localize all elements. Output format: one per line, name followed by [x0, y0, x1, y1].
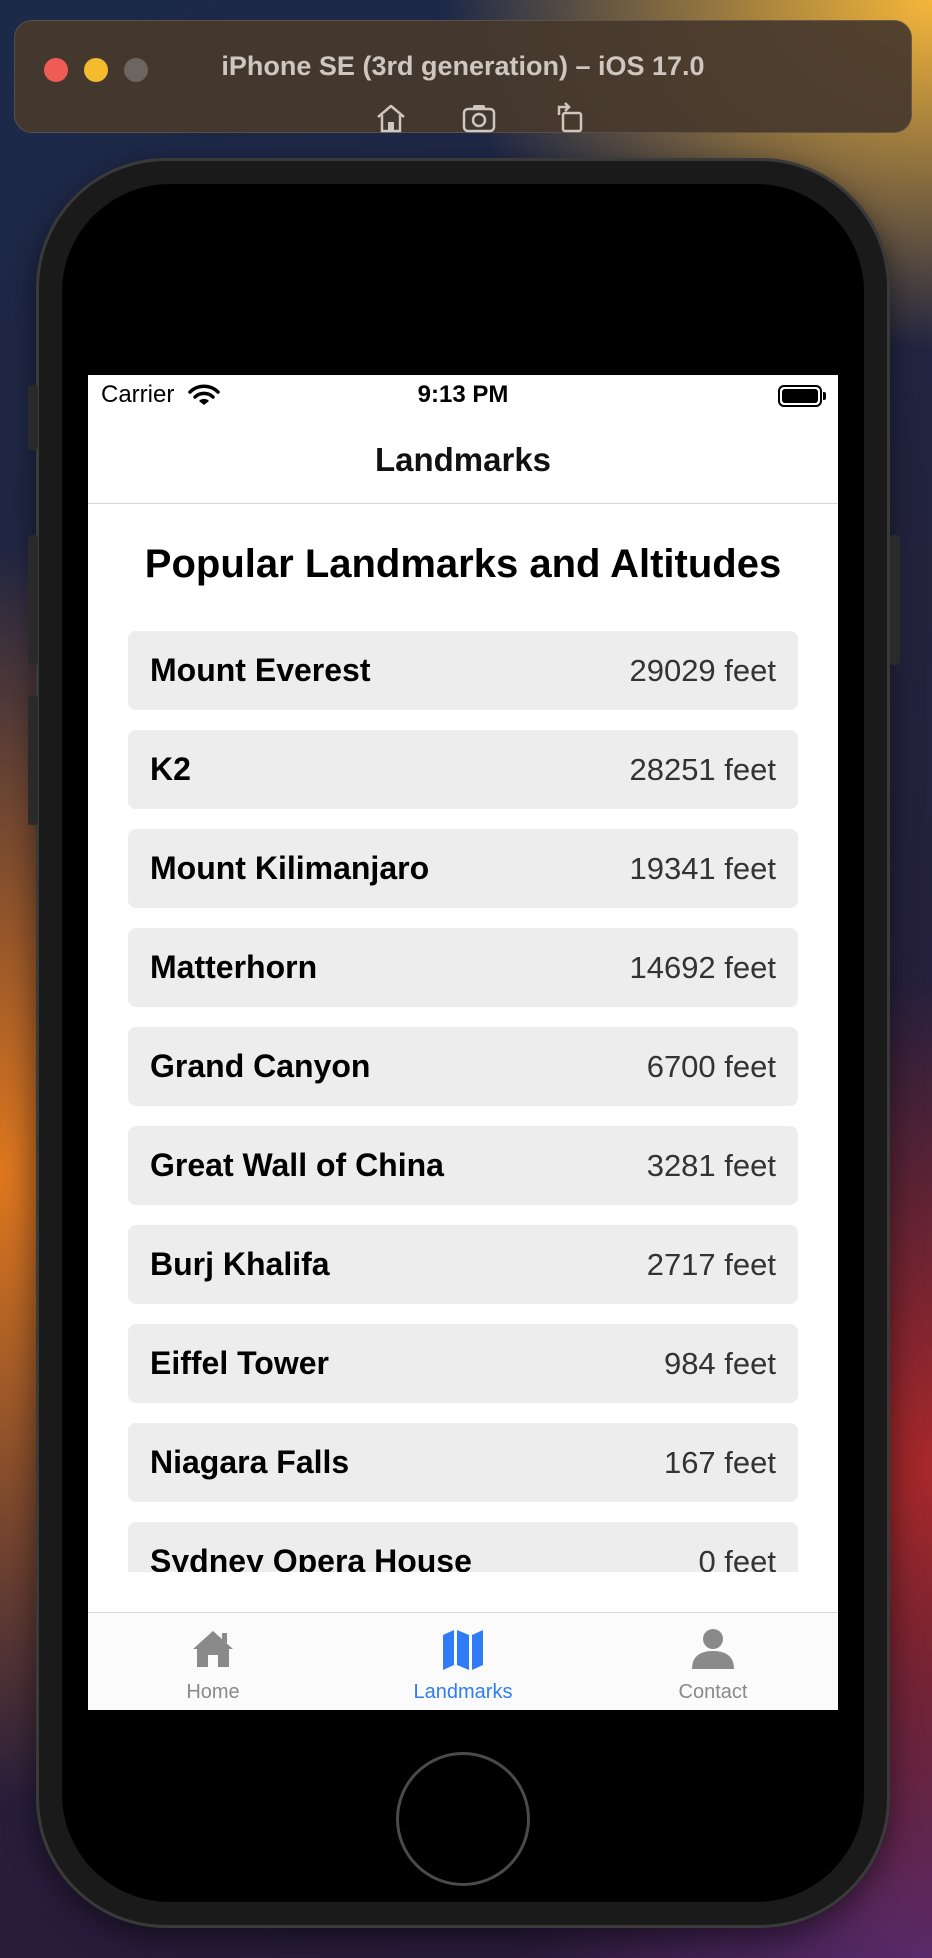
- tab-home[interactable]: Home: [88, 1613, 338, 1710]
- landmark-altitude: 29029 feet: [629, 652, 776, 688]
- navigation-bar: Landmarks: [88, 417, 838, 504]
- landmark-name: Sydney Opera House: [150, 1543, 472, 1572]
- map-icon: [443, 1630, 483, 1670]
- landmark-row: Burj Khalifa 2717 feet: [128, 1225, 798, 1304]
- landmark-altitude: 2717 feet: [646, 1246, 776, 1282]
- landmark-name: Eiffel Tower: [150, 1345, 329, 1381]
- landmark-name: Niagara Falls: [150, 1444, 350, 1480]
- landmark-row: Grand Canyon 6700 feet: [128, 1027, 798, 1106]
- rotate-icon[interactable]: [553, 101, 589, 135]
- landmark-row: K2 28251 feet: [128, 730, 798, 809]
- screenshot-icon[interactable]: [461, 101, 497, 135]
- landmark-row: Great Wall of China 3281 feet: [128, 1126, 798, 1205]
- landmark-name: K2: [150, 751, 191, 787]
- landmark-name: Burj Khalifa: [150, 1246, 330, 1282]
- landmark-altitude: 0 feet: [698, 1543, 776, 1573]
- landmark-altitude: 3281 feet: [646, 1147, 776, 1183]
- landmark-row: Mount Everest 29029 feet: [128, 631, 798, 710]
- tab-landmarks[interactable]: Landmarks: [338, 1613, 588, 1710]
- home-icon[interactable]: [373, 101, 409, 135]
- simulator-title: iPhone SE (3rd generation) – iOS 17.0: [221, 51, 705, 81]
- landmark-name: Great Wall of China: [150, 1147, 444, 1183]
- landmark-altitude: 984 feet: [663, 1345, 776, 1381]
- landmark-row: Niagara Falls 167 feet: [128, 1423, 798, 1502]
- tab-home-label: Home: [186, 1681, 240, 1703]
- tab-bar: Home Landmarks Contact: [88, 1612, 838, 1710]
- landmark-row: Mount Kilimanjaro 19341 feet: [128, 829, 798, 908]
- landmark-altitude: 6700 feet: [646, 1048, 776, 1084]
- scroll-content[interactable]: Popular Landmarks and Altitudes Mount Ev…: [88, 504, 838, 1572]
- landmark-row: Sydney Opera House 0 feet: [128, 1522, 798, 1572]
- nav-title: Landmarks: [374, 441, 552, 478]
- volume-down-button: [28, 695, 38, 825]
- landmark-name: Mount Everest: [150, 652, 371, 688]
- simulator-title-bar: iPhone SE (3rd generation) – iOS 17.0: [14, 20, 912, 133]
- landmark-list: Mount Everest 29029 feet K2 28251 feet Mount…: [128, 631, 798, 1572]
- landmark-altitude: 14692 feet: [629, 949, 776, 985]
- house-icon: [193, 1631, 233, 1667]
- home-button[interactable]: [396, 1752, 530, 1886]
- silent-switch: [28, 385, 38, 450]
- tab-contact[interactable]: Contact: [588, 1613, 838, 1710]
- landmark-name: Mount Kilimanjaro: [150, 850, 430, 886]
- battery-icon: [778, 385, 826, 407]
- landmark-row: Eiffel Tower 984 feet: [128, 1324, 798, 1403]
- tab-landmarks-label: Landmarks: [413, 1681, 513, 1703]
- page-heading: Popular Landmarks and Altitudes: [144, 542, 782, 586]
- landmark-row: Matterhorn 14692 feet: [128, 928, 798, 1007]
- landmark-name: Grand Canyon: [150, 1048, 371, 1084]
- landmark-name: Matterhorn: [150, 949, 318, 985]
- power-button: [890, 535, 900, 665]
- tab-contact-label: Contact: [678, 1681, 748, 1703]
- landmark-altitude: 167 feet: [663, 1444, 776, 1480]
- person-icon: [692, 1629, 734, 1669]
- status-bar: Carrier 9:13 PM: [88, 375, 838, 417]
- app-screen: Carrier 9:13 PM Landmarks Popular Landma…: [88, 375, 838, 1710]
- landmark-altitude: 28251 feet: [629, 751, 776, 787]
- landmark-altitude: 19341 feet: [629, 850, 776, 886]
- volume-up-button: [28, 535, 38, 665]
- status-time: 9:13 PM: [417, 381, 509, 408]
